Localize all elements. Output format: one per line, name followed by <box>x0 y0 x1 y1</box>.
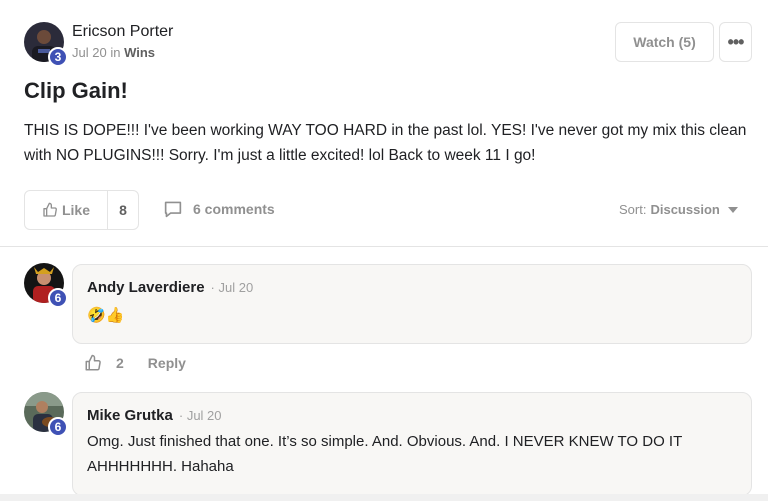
comment-date[interactable]: · Jul 20 <box>211 280 254 295</box>
caret-down-icon <box>727 206 738 213</box>
like-count[interactable]: 8 <box>107 191 138 229</box>
comment-avatar[interactable]: 6 <box>24 263 68 308</box>
thumbs-up-icon[interactable] <box>84 354 102 372</box>
comment-date[interactable]: · Jul 20 <box>179 408 222 423</box>
post-body: THIS IS DOPE!!! I've been working WAY TO… <box>24 122 747 164</box>
comments-count-label: 6 comments <box>193 201 275 217</box>
sort-value: Discussion <box>650 202 720 217</box>
comments-link[interactable]: 6 comments <box>163 200 275 218</box>
like-group: Like 8 <box>24 190 139 230</box>
post-meta: Jul 20 in Wins <box>72 44 173 62</box>
author-avatar[interactable]: 3 <box>24 22 68 67</box>
author-name[interactable]: Ericson Porter <box>72 22 173 42</box>
in-word: in <box>110 45 121 60</box>
level-badge: 6 <box>48 288 68 308</box>
comment-author[interactable]: Mike Grutka <box>87 407 173 424</box>
post-date[interactable]: Jul 20 <box>72 45 107 60</box>
sort-label: Sort: <box>619 202 647 217</box>
comment-bubble: Andy Laverdiere · Jul 20 🤣👍 <box>72 264 752 344</box>
watch-button[interactable]: Watch (5) <box>615 22 714 62</box>
post-title: Clip Gain! <box>24 78 128 103</box>
sort-dropdown[interactable]: Sort: Discussion <box>619 202 738 217</box>
bottom-edge <box>0 494 768 501</box>
reply-button[interactable]: Reply <box>148 355 186 371</box>
comment-avatar[interactable]: 6 <box>24 392 68 437</box>
comment-author[interactable]: Andy Laverdiere <box>87 279 205 296</box>
divider <box>0 246 768 247</box>
thumbs-up-icon <box>43 202 57 217</box>
comment-icon <box>164 201 182 218</box>
post-category[interactable]: Wins <box>124 45 155 60</box>
more-options-button[interactable]: ••• <box>719 22 752 62</box>
post-header: 3 Ericson Porter Jul 20 in Wins <box>24 22 173 67</box>
level-badge: 6 <box>48 417 68 437</box>
comment-text: 🤣👍 <box>87 307 125 324</box>
comment-text: Omg. Just finished that one. It’s so sim… <box>87 433 682 475</box>
level-badge: 3 <box>48 47 68 67</box>
comment-bubble: Mike Grutka · Jul 20 Omg. Just finished … <box>72 392 752 496</box>
like-label: Like <box>61 202 90 218</box>
like-button[interactable]: Like <box>25 191 107 229</box>
comment-actions: 2 Reply <box>84 354 186 372</box>
comment-like-count[interactable]: 2 <box>116 355 124 371</box>
